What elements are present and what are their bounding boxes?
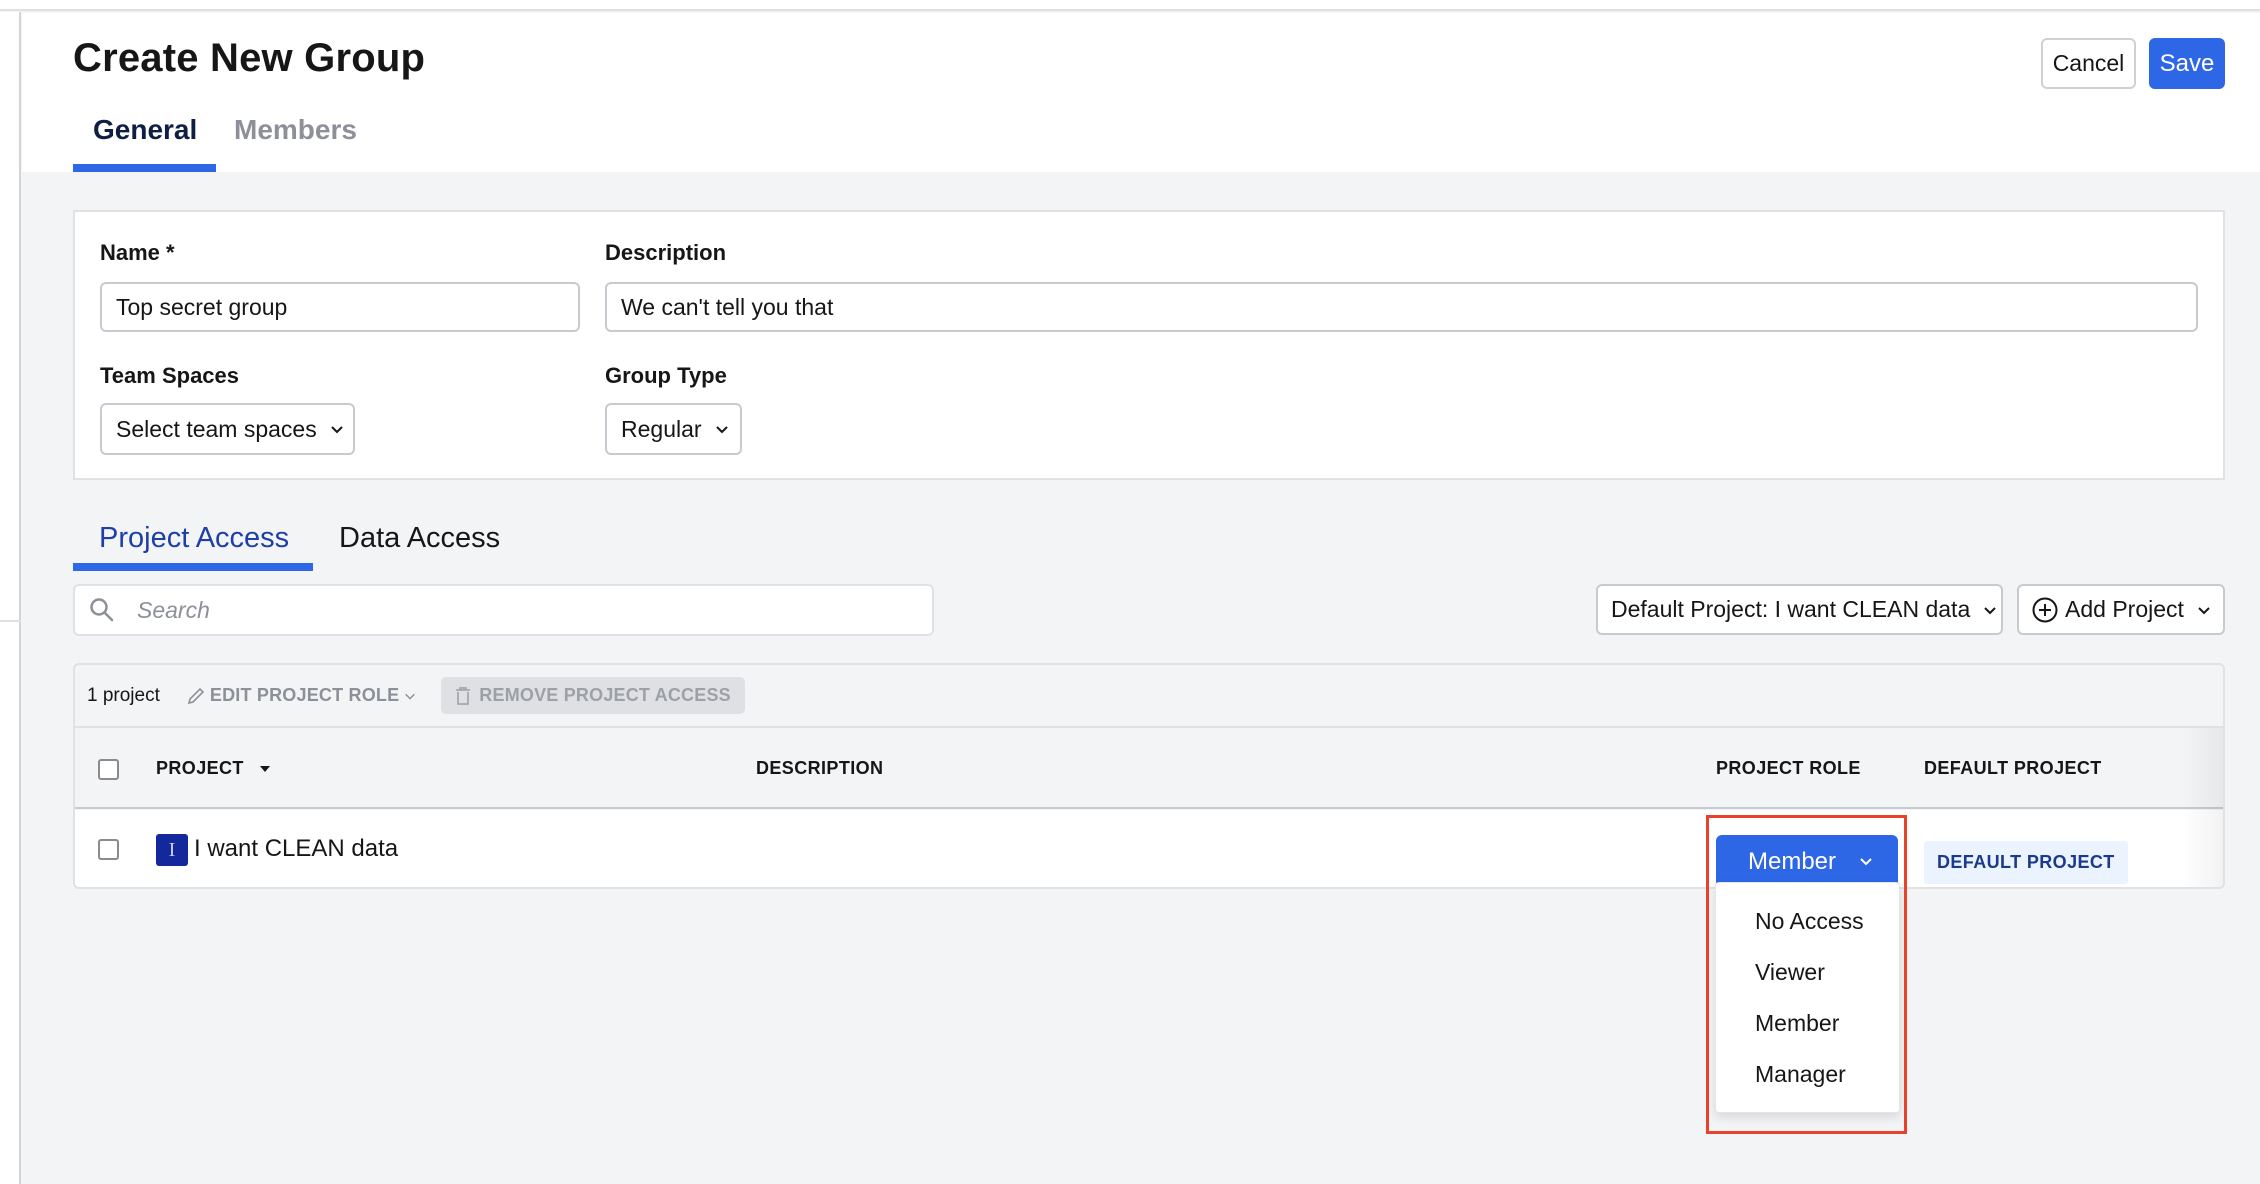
active-tab-indicator xyxy=(73,164,216,172)
add-project-button[interactable]: Add Project xyxy=(2017,584,2225,635)
cancel-button[interactable]: Cancel xyxy=(2041,38,2136,89)
role-option-viewer[interactable]: Viewer xyxy=(1755,959,1825,986)
project-avatar-icon: I xyxy=(156,834,188,866)
team-spaces-label: Team Spaces xyxy=(100,363,240,388)
tab-general[interactable]: General xyxy=(93,114,197,146)
tab-members[interactable]: Members xyxy=(234,114,357,146)
project-name[interactable]: I want CLEAN data xyxy=(194,835,398,863)
default-project-dropdown[interactable]: Default Project: I want CLEAN data xyxy=(1596,584,2003,635)
sort-caret-icon xyxy=(260,766,271,772)
role-option-member[interactable]: Member xyxy=(1755,1010,1839,1037)
description-field[interactable]: We can't tell you that xyxy=(605,282,2198,332)
project-role-value: Member xyxy=(1748,847,1837,875)
description-label: Description xyxy=(605,240,727,265)
name-field[interactable]: Top secret group xyxy=(100,282,580,332)
remove-project-access-label: REMOVE PROJECT ACCESS xyxy=(479,685,731,705)
trash-icon xyxy=(456,686,471,705)
edit-project-role-label: EDIT PROJECT ROLE xyxy=(209,685,400,705)
search-icon xyxy=(90,598,114,622)
column-header-project-label: PROJECT xyxy=(156,758,244,778)
description-field-value: We can't tell you that xyxy=(621,293,834,320)
left-sidebar-edge xyxy=(0,12,21,1184)
pencil-icon xyxy=(187,687,205,704)
row-checkbox[interactable] xyxy=(98,839,119,860)
chevron-down-icon xyxy=(331,426,343,434)
team-spaces-value: Select team spaces xyxy=(116,415,317,442)
role-option-no-access[interactable]: No Access xyxy=(1755,908,1864,935)
chevron-down-icon xyxy=(405,693,416,700)
sidebar-divider xyxy=(0,620,21,622)
chevron-down-icon xyxy=(1984,606,1996,614)
default-project-badge: DEFAULT PROJECT xyxy=(1924,841,2128,884)
chevron-down-icon xyxy=(715,426,728,434)
group-type-label: Group Type xyxy=(605,363,727,388)
group-type-value: Regular xyxy=(621,415,702,442)
column-header-description: DESCRIPTION xyxy=(756,758,884,778)
column-header-project[interactable]: PROJECT xyxy=(156,758,271,779)
project-role-dropdown[interactable]: Member xyxy=(1716,835,1898,887)
team-spaces-select[interactable]: Select team spaces xyxy=(100,403,355,455)
tab-data-access[interactable]: Data Access xyxy=(339,522,500,555)
select-all-checkbox[interactable] xyxy=(98,759,119,780)
plus-circle-icon xyxy=(2032,597,2058,622)
column-header-project-role: PROJECT ROLE xyxy=(1716,758,1861,778)
page-title: Create New Group xyxy=(73,36,426,80)
table-header: PROJECT DESCRIPTION PROJECT ROLE DEFAULT… xyxy=(75,728,2223,809)
save-button[interactable]: Save xyxy=(2149,38,2225,89)
table-row: I I want CLEAN data Member DEFAULT PROJE… xyxy=(75,810,2223,887)
search-input[interactable] xyxy=(137,596,917,624)
column-header-default-project: DEFAULT PROJECT xyxy=(1924,758,2102,778)
chevron-down-icon xyxy=(1860,858,1872,866)
tab-project-access[interactable]: Project Access xyxy=(99,522,289,555)
name-field-value: Top secret group xyxy=(116,293,288,320)
chevron-down-icon xyxy=(2198,606,2210,614)
table-toolbar: 1 project EDIT PROJECT ROLE REMOVE PROJE… xyxy=(75,665,2223,728)
active-subtab-indicator xyxy=(73,563,313,571)
top-border xyxy=(0,0,2260,11)
add-project-label: Add Project xyxy=(2065,596,2184,622)
project-count: 1 project xyxy=(87,684,160,706)
project-access-table: 1 project EDIT PROJECT ROLE REMOVE PROJE… xyxy=(73,663,2225,889)
role-option-manager[interactable]: Manager xyxy=(1755,1061,1846,1088)
project-search xyxy=(73,584,934,636)
default-project-value: Default Project: I want CLEAN data xyxy=(1611,596,1971,622)
group-type-select[interactable]: Regular xyxy=(605,403,742,455)
name-label: Name * xyxy=(100,240,175,265)
remove-project-access-button[interactable]: REMOVE PROJECT ACCESS xyxy=(441,677,745,714)
edit-project-role-button[interactable]: EDIT PROJECT ROLE xyxy=(186,685,417,706)
project-role-menu: No Access Viewer Member Manager xyxy=(1715,882,1900,1113)
general-form-card xyxy=(73,210,2225,480)
